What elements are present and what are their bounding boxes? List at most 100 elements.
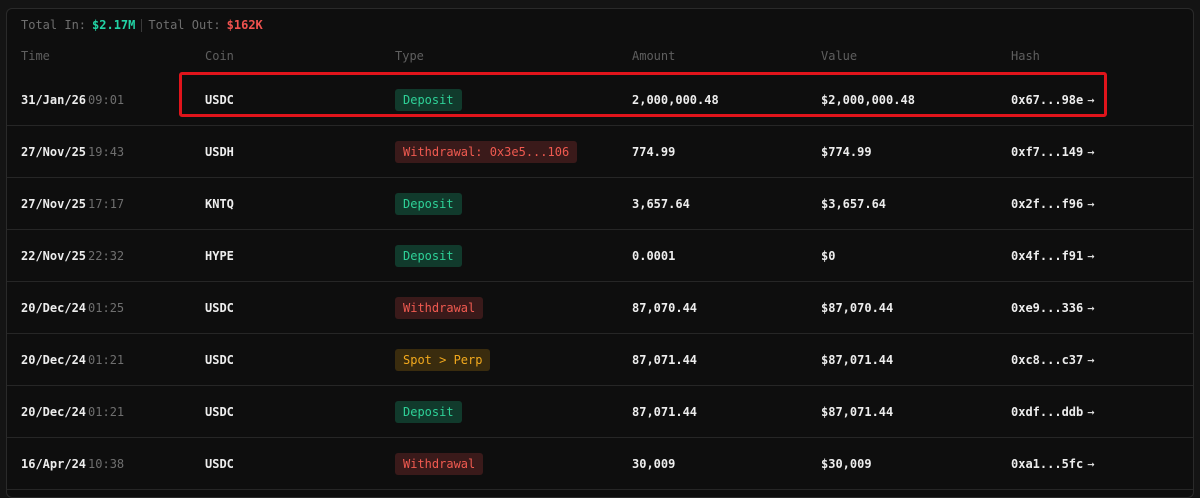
row-coin: USDC xyxy=(205,404,234,419)
ledger-panel: Total In: $2.17M Total Out: $162K Time C… xyxy=(6,8,1194,498)
table-row: 27/Nov/25 17:17 KNTQ Deposit 3,657.64 $3,… xyxy=(7,178,1193,230)
row-amount: 2,000,000.48 xyxy=(632,92,719,107)
row-clock: 09:01 xyxy=(88,92,125,107)
row-time: 27/Nov/25 17:17 xyxy=(21,178,124,229)
row-clock: 17:17 xyxy=(88,196,125,211)
row-amount: 87,071.44 xyxy=(632,352,698,367)
table-row: 20/Dec/24 01:21 USDC Deposit 87,071.44 $8… xyxy=(7,386,1193,438)
column-header-hash[interactable]: Hash xyxy=(1011,49,1040,63)
column-header-value[interactable]: Value xyxy=(821,49,857,63)
row-value: $3,657.64 xyxy=(821,196,887,211)
row-type: Spot > Perp xyxy=(395,334,491,385)
row-type: Withdrawal xyxy=(395,438,484,489)
row-type: Withdrawal: 0x3e5...106 xyxy=(395,126,578,177)
type-badge-deposit: Deposit xyxy=(395,244,462,267)
row-value: $87,071.44 xyxy=(821,352,894,367)
type-badge-deposit: Deposit xyxy=(395,88,462,111)
row-hash-link[interactable]: 0x67...98e → xyxy=(1011,74,1094,125)
summary-divider xyxy=(141,18,143,32)
row-date: 20/Dec/24 xyxy=(21,404,87,419)
row-date: 20/Dec/24 xyxy=(21,352,87,367)
type-badge-withdrawal: Withdrawal xyxy=(395,452,484,475)
row-date: 27/Nov/25 xyxy=(21,144,87,159)
table-row: 16/Apr/24 10:38 USDC Withdrawal 30,009 $3… xyxy=(7,438,1193,490)
row-clock: 10:38 xyxy=(88,456,125,471)
row-time: 22/Nov/25 22:32 xyxy=(21,230,124,281)
row-coin: USDC xyxy=(205,92,234,107)
row-time: 20/Dec/24 01:21 xyxy=(21,334,124,385)
table-row: 27/Nov/25 19:43 USDH Withdrawal: 0x3e5...… xyxy=(7,126,1193,178)
row-amount: 774.99 xyxy=(632,144,676,159)
row-hash-link[interactable]: 0xa1...5fc → xyxy=(1011,438,1094,489)
arrow-right-icon[interactable]: → xyxy=(1087,301,1094,315)
total-in-value: $2.17M xyxy=(92,18,136,32)
table-row: 20/Dec/24 01:21 USDC Spot > Perp 87,071.4… xyxy=(7,334,1193,386)
row-hash[interactable]: 0x67...98e xyxy=(1011,93,1083,107)
total-out-label: Total Out: xyxy=(148,18,221,32)
table-row: 22/Nov/25 22:32 HYPE Deposit 0.0001 $0 0x… xyxy=(7,230,1193,282)
row-date: 27/Nov/25 xyxy=(21,196,87,211)
row-hash-link[interactable]: 0x2f...f96 → xyxy=(1011,178,1094,229)
row-coin: HYPE xyxy=(205,248,234,263)
row-date: 16/Apr/24 xyxy=(21,456,87,471)
arrow-right-icon[interactable]: → xyxy=(1087,457,1094,471)
column-header-amount[interactable]: Amount xyxy=(632,49,675,63)
column-header-coin[interactable]: Coin xyxy=(205,49,234,63)
arrow-right-icon[interactable]: → xyxy=(1087,353,1094,367)
row-value: $0 xyxy=(821,248,836,263)
row-value: $30,009 xyxy=(821,456,872,471)
row-clock: 22:32 xyxy=(88,248,125,263)
row-hash[interactable]: 0xa1...5fc xyxy=(1011,457,1083,471)
arrow-right-icon[interactable]: → xyxy=(1087,249,1094,263)
row-coin: USDC xyxy=(205,456,234,471)
total-in-label: Total In: xyxy=(21,18,87,32)
arrow-right-icon[interactable]: → xyxy=(1087,405,1094,419)
row-hash[interactable]: 0xe9...336 xyxy=(1011,301,1083,315)
row-amount: 87,071.44 xyxy=(632,404,698,419)
row-clock: 19:43 xyxy=(88,144,125,159)
row-value: $87,071.44 xyxy=(821,404,894,419)
type-badge-deposit: Deposit xyxy=(395,192,462,215)
row-hash[interactable]: 0xc8...c37 xyxy=(1011,353,1083,367)
table-body: 31/Jan/26 09:01 USDC Deposit 2,000,000.48… xyxy=(7,74,1193,490)
row-hash[interactable]: 0x4f...f91 xyxy=(1011,249,1083,263)
row-coin: KNTQ xyxy=(205,196,234,211)
row-hash[interactable]: 0xf7...149 xyxy=(1011,145,1083,159)
row-type: Deposit xyxy=(395,74,462,125)
row-coin: USDH xyxy=(205,144,234,159)
row-value: $774.99 xyxy=(821,144,872,159)
arrow-right-icon[interactable]: → xyxy=(1087,93,1094,107)
type-badge-withdrawal[interactable]: Withdrawal: 0x3e5...106 xyxy=(395,140,578,163)
row-clock: 01:21 xyxy=(88,352,125,367)
row-coin: USDC xyxy=(205,352,234,367)
row-hash-link[interactable]: 0xe9...336 → xyxy=(1011,282,1094,333)
row-hash-link[interactable]: 0x4f...f91 → xyxy=(1011,230,1094,281)
row-date: 22/Nov/25 xyxy=(21,248,87,263)
row-amount: 30,009 xyxy=(632,456,676,471)
row-time: 16/Apr/24 10:38 xyxy=(21,438,124,489)
row-hash-link[interactable]: 0xc8...c37 → xyxy=(1011,334,1094,385)
column-header-type[interactable]: Type xyxy=(395,49,424,63)
arrow-right-icon[interactable]: → xyxy=(1087,145,1094,159)
row-clock: 01:25 xyxy=(88,300,125,315)
table-header: Time Coin Type Amount Value Hash xyxy=(7,49,1193,69)
type-badge-spot-to-perp: Spot > Perp xyxy=(395,348,491,371)
row-hash-link[interactable]: 0xf7...149 → xyxy=(1011,126,1094,177)
row-type: Deposit xyxy=(395,230,462,281)
row-amount: 3,657.64 xyxy=(632,196,690,211)
column-header-time[interactable]: Time xyxy=(21,49,50,63)
type-badge-withdrawal: Withdrawal xyxy=(395,296,484,319)
row-clock: 01:21 xyxy=(88,404,125,419)
row-coin: USDC xyxy=(205,300,234,315)
row-type: Withdrawal xyxy=(395,282,484,333)
row-hash-link[interactable]: 0xdf...ddb → xyxy=(1011,386,1094,437)
row-type: Deposit xyxy=(395,386,462,437)
row-hash[interactable]: 0xdf...ddb xyxy=(1011,405,1083,419)
row-time: 20/Dec/24 01:25 xyxy=(21,282,124,333)
arrow-right-icon[interactable]: → xyxy=(1087,197,1094,211)
totals-summary: Total In: $2.17M Total Out: $162K xyxy=(21,17,263,33)
row-amount: 0.0001 xyxy=(632,248,676,263)
row-hash[interactable]: 0x2f...f96 xyxy=(1011,197,1083,211)
row-amount: 87,070.44 xyxy=(632,300,698,315)
row-time: 31/Jan/26 09:01 xyxy=(21,74,124,125)
